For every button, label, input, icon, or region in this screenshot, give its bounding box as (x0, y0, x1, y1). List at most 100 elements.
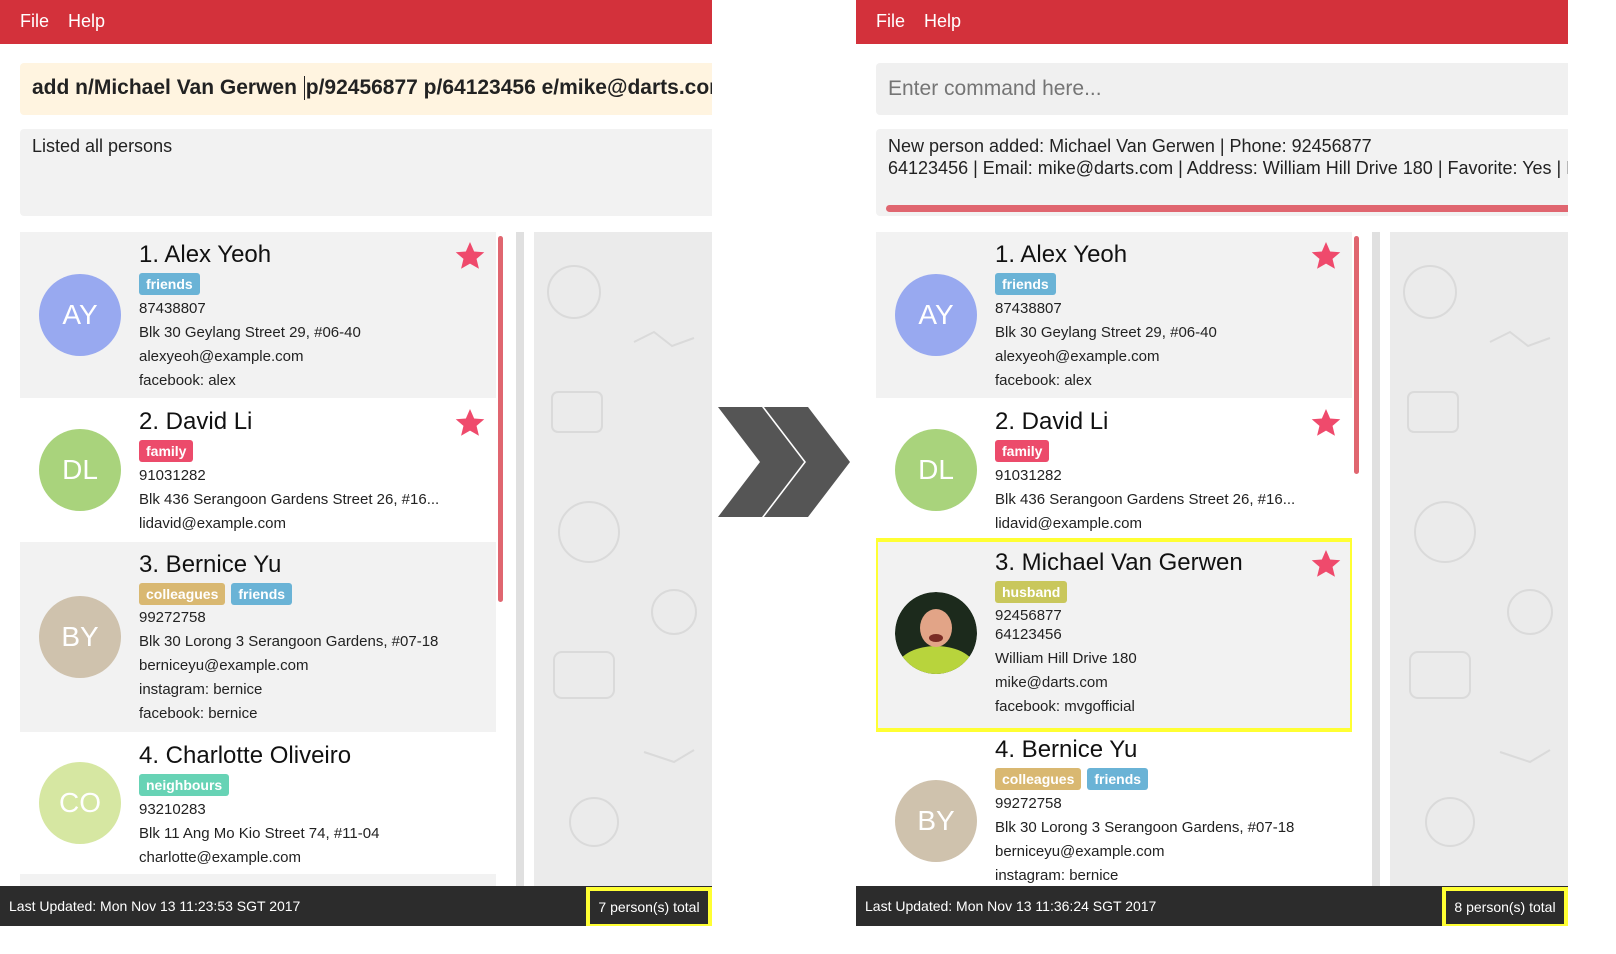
list-scrollbar[interactable] (516, 232, 524, 886)
person-name: 4. Charlotte Oliveiro (139, 742, 352, 769)
avatar-photo (895, 592, 977, 674)
after-window: File Help New person added: Michael Van … (856, 0, 1568, 926)
avatar-initials: CO (59, 787, 101, 818)
browser-panel[interactable] (1390, 232, 1568, 886)
social: instagram: bernice (139, 681, 263, 698)
tag: friends (231, 583, 293, 605)
avatar: CO (39, 762, 121, 844)
phone: 91031282 (139, 467, 206, 484)
doodle-background (1403, 265, 1553, 847)
star-icon (1311, 409, 1341, 436)
command-text-before-caret: add n/Michael Van Gerwen (32, 76, 303, 99)
address: Blk 436 Serangoon Gardens Street 26, #16… (995, 491, 1296, 508)
address: Blk 11 Ang Mo Kio Street 74, #11-04 (139, 825, 380, 842)
email: lidavid@example.com (995, 515, 1142, 532)
social: facebook: bernice (139, 705, 258, 722)
list-scrollbar[interactable] (1372, 232, 1380, 886)
person-card[interactable]: BY 4. Bernice Yu colleagues friends 99272… (876, 732, 1352, 886)
tag: husband (995, 581, 1068, 603)
address: Blk 30 Lorong 3 Serangoon Gardens, #07-1… (139, 633, 439, 650)
command-input[interactable]: add n/Michael Van Gerwen p/92456877 p/64… (20, 63, 712, 115)
result-display: New person added: Michael Van Gerwen | P… (876, 129, 1568, 216)
before-window: File Help add n/Michael Van Gerwen p/924… (0, 0, 712, 926)
avatar: DL (39, 429, 121, 511)
status-bar: Last Updated: Mon Nov 13 11:36:24 SGT 20… (856, 886, 1568, 926)
phone: 87438807 (139, 300, 206, 317)
star-icon (455, 409, 485, 436)
email: alexyeoh@example.com (139, 348, 304, 365)
command-input[interactable] (876, 63, 1568, 115)
avatar: BY (39, 596, 121, 678)
list-scrollbar-thumb[interactable] (1354, 236, 1359, 474)
person-name: 1. Alex Yeoh (139, 241, 272, 268)
phone: 99272758 (995, 795, 1062, 812)
double-chevron-right-icon (718, 407, 850, 517)
menu-bar: File Help (856, 0, 1568, 44)
tag-list: neighbours (139, 774, 235, 796)
menu-help[interactable]: Help (924, 11, 961, 32)
command-text-after-caret: p/92456877 p/64123456 e/mike@darts.com a… (305, 76, 712, 99)
menu-file[interactable]: File (876, 11, 905, 32)
tag: friends (995, 273, 1056, 295)
tag: colleagues (139, 583, 226, 605)
address: Blk 30 Lorong 3 Serangoon Gardens, #07-1… (995, 819, 1295, 836)
address: William Hill Drive 180 (995, 650, 1137, 667)
last-updated: Last Updated: Mon Nov 13 11:23:53 SGT 20… (9, 898, 301, 914)
person-card[interactable]: CO 4. Charlotte Oliveiro neighbours 9321… (20, 734, 496, 886)
result-display: Listed all persons (20, 129, 712, 216)
person-count: 8 person(s) total (1442, 887, 1568, 926)
tag-list: colleagues friends (139, 583, 298, 605)
menu-file[interactable]: File (20, 11, 49, 32)
list-scrollbar-thumb[interactable] (498, 236, 503, 602)
social: instagram: bernice (995, 867, 1119, 884)
avatar-initials: AY (62, 299, 98, 330)
person-list[interactable]: AY 1. Alex Yeoh friends 87438807 Blk 30 … (20, 232, 496, 886)
person-name: 3. Michael Van Gerwen (995, 549, 1243, 576)
email: berniceyu@example.com (995, 843, 1165, 860)
menu-help[interactable]: Help (68, 11, 105, 32)
tag: neighbours (139, 774, 230, 796)
social: facebook: alex (995, 372, 1092, 389)
star-icon (1311, 550, 1341, 577)
person-name: 1. Alex Yeoh (995, 241, 1128, 268)
avatar-initials: DL (62, 454, 98, 485)
person-card[interactable]: DL 2. David Li family 91031282 Blk 436 S… (20, 400, 496, 540)
tag-list: family (139, 440, 199, 462)
result-line: Listed all persons (32, 136, 173, 156)
avatar: DL (895, 429, 977, 511)
menu-bar: File Help (0, 0, 712, 44)
email: charlotte@example.com (139, 849, 301, 866)
tag: family (139, 440, 194, 462)
next-card-edge (20, 874, 496, 886)
social: facebook: alex (139, 372, 236, 389)
tag: family (995, 440, 1050, 462)
person-name: 3. Bernice Yu (139, 551, 282, 578)
email: mike@darts.com (995, 674, 1108, 691)
person-card[interactable]: AY 1. Alex Yeoh friends 87438807 Blk 30 … (20, 232, 496, 398)
tag-list: friends (139, 273, 206, 295)
result-progress (886, 205, 1568, 212)
tag-list: husband (995, 581, 1073, 603)
result-line: 64123456 | Email: mike@darts.com | Addre… (888, 158, 1568, 178)
person-name: 2. David Li (995, 408, 1109, 435)
tag: friends (1087, 768, 1149, 790)
person-card[interactable]: BY 3. Bernice Yu colleagues friends 99272… (20, 542, 496, 732)
tag-list: family (995, 440, 1055, 462)
email: berniceyu@example.com (139, 657, 309, 674)
browser-panel[interactable] (534, 232, 712, 886)
person-list[interactable]: AY 1. Alex Yeoh friends 87438807 Blk 30 … (876, 232, 1352, 886)
address: Blk 436 Serangoon Gardens Street 26, #16… (139, 491, 440, 508)
tag: colleagues (995, 768, 1082, 790)
star-icon (1311, 242, 1341, 269)
phone: 92456877 (995, 607, 1062, 624)
tag-list: colleagues friends (995, 768, 1154, 790)
text-caret (303, 76, 305, 101)
person-card[interactable]: DL 2. David Li family 91031282 Blk 436 S… (876, 400, 1352, 538)
phone: 87438807 (995, 300, 1062, 317)
address: Blk 30 Geylang Street 29, #06-40 (995, 324, 1217, 341)
tag: friends (139, 273, 200, 295)
person-card-new[interactable]: 3. Michael Van Gerwen husband 92456877 6… (876, 538, 1352, 732)
person-card[interactable]: AY 1. Alex Yeoh friends 87438807 Blk 30 … (876, 232, 1352, 398)
avatar-initials: AY (918, 299, 954, 330)
phone: 93210283 (139, 801, 206, 818)
